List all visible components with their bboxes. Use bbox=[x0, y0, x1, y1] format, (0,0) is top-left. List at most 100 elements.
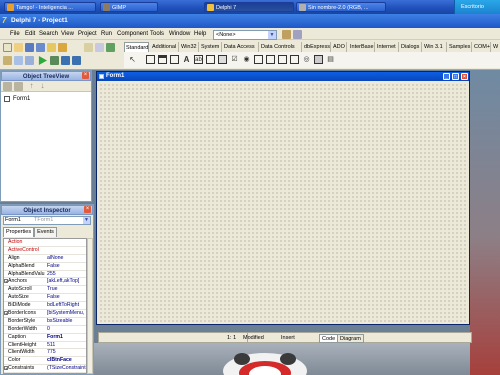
property-row[interactable]: BorderStyle bsSizeable bbox=[4, 318, 86, 326]
property-grid-scrollbar[interactable] bbox=[87, 238, 93, 374]
tab-data-controls[interactable]: Data Controls bbox=[260, 42, 302, 52]
property-row[interactable]: ClientWidth 775 bbox=[4, 349, 86, 358]
menu-edit[interactable]: Edit bbox=[25, 28, 35, 40]
menu-view[interactable]: View bbox=[61, 28, 74, 40]
property-value[interactable]: 255 bbox=[47, 271, 86, 278]
new-form-icon[interactable] bbox=[84, 43, 93, 52]
view-form-icon[interactable] bbox=[14, 56, 23, 65]
tab-com-plus[interactable]: COM+ bbox=[473, 42, 491, 52]
property-row[interactable]: + Anchors [akLeft,akTop] bbox=[4, 278, 86, 287]
panel-icon[interactable] bbox=[314, 55, 323, 64]
property-value[interactable]: (TSizeConstraint bbox=[47, 365, 86, 372]
property-row[interactable]: AlphaBlend False bbox=[4, 263, 86, 271]
tab-ado[interactable]: ADO bbox=[332, 42, 347, 52]
property-row[interactable]: BiDiMode bdLeftToRight bbox=[4, 302, 86, 311]
arrow-up-icon[interactable]: ↑ bbox=[27, 82, 36, 91]
save-icon[interactable] bbox=[25, 43, 34, 52]
taskbar-item-gimp-image[interactable]: Sin nombre-2.0 (RGB, ... bbox=[296, 2, 386, 12]
toggle-form-unit-icon[interactable] bbox=[25, 56, 34, 65]
open-icon[interactable] bbox=[14, 43, 23, 52]
property-value[interactable]: False bbox=[47, 294, 86, 301]
new-data-module-icon[interactable] bbox=[95, 43, 104, 52]
property-row[interactable]: ClientHeight 511 bbox=[4, 342, 86, 350]
form-design-surface[interactable] bbox=[99, 83, 467, 322]
arrow-down-icon[interactable]: ↓ bbox=[38, 82, 47, 91]
tab-web[interactable]: W bbox=[492, 42, 500, 52]
property-value[interactable]: bdLeftToRight bbox=[47, 302, 86, 309]
button-icon[interactable] bbox=[218, 55, 227, 64]
set-debug-desktop-icon[interactable] bbox=[293, 30, 302, 39]
property-value[interactable]: [akLeft,akTop] bbox=[47, 278, 86, 285]
property-value[interactable]: Form1 bbox=[47, 334, 86, 341]
menu-file[interactable]: File bbox=[10, 28, 20, 40]
property-row[interactable]: Action bbox=[4, 239, 86, 247]
menu-tools[interactable]: Tools bbox=[150, 28, 164, 40]
property-row[interactable]: Caption Form1 bbox=[4, 334, 86, 342]
tree-node-form1[interactable]: Form1 bbox=[4, 95, 30, 103]
tab-system[interactable]: System bbox=[200, 42, 222, 52]
desktop-config-combo[interactable]: <None> ▼ bbox=[213, 30, 277, 40]
tab-diagram[interactable]: Diagram bbox=[337, 334, 364, 343]
listbox-icon[interactable] bbox=[254, 55, 263, 64]
scrollbar-icon[interactable] bbox=[278, 55, 287, 64]
system-tray[interactable]: Escritorio bbox=[454, 0, 500, 14]
property-row[interactable]: + BorderIcons [biSystemMenu, bbox=[4, 310, 86, 318]
property-value[interactable]: 511 bbox=[47, 342, 86, 349]
close-icon[interactable]: × bbox=[84, 206, 91, 213]
tab-data-access[interactable]: Data Access bbox=[223, 42, 259, 52]
tab-properties[interactable]: Properties bbox=[3, 227, 35, 237]
menu-window[interactable]: Window bbox=[169, 28, 190, 40]
checkbox-icon[interactable]: ☑ bbox=[230, 55, 239, 64]
label-icon[interactable]: A bbox=[182, 55, 191, 64]
menu-component[interactable]: Component bbox=[117, 28, 148, 40]
property-row[interactable]: AutoSize False bbox=[4, 294, 86, 303]
tab-dbexpress[interactable]: dbExpress bbox=[303, 42, 331, 52]
chevron-down-icon[interactable]: ▼ bbox=[268, 31, 276, 39]
tab-internet[interactable]: Internet bbox=[376, 42, 399, 52]
object-selector[interactable]: Form1 TForm1 ▼ bbox=[3, 216, 91, 225]
menu-search[interactable]: Search bbox=[39, 28, 58, 40]
form-designer-window[interactable]: Form1 _ □ × bbox=[96, 71, 470, 325]
tab-events[interactable]: Events bbox=[34, 227, 57, 237]
edit-icon[interactable]: ab bbox=[194, 55, 203, 64]
tab-dialogs[interactable]: Dialogs bbox=[400, 42, 422, 52]
memo-icon[interactable] bbox=[206, 55, 215, 64]
pointer-icon[interactable]: ↖ bbox=[128, 55, 137, 64]
main-menu-icon[interactable] bbox=[158, 55, 167, 64]
menu-project[interactable]: Project bbox=[78, 28, 97, 40]
tab-standard[interactable]: Standard bbox=[124, 42, 149, 52]
tab-additional[interactable]: Additional bbox=[151, 42, 179, 52]
actionlist-icon[interactable]: ▤ bbox=[326, 55, 335, 64]
chevron-down-icon[interactable]: ▼ bbox=[83, 217, 90, 224]
minimize-icon[interactable]: _ bbox=[443, 73, 450, 80]
close-icon[interactable]: × bbox=[461, 73, 468, 80]
taskbar-item-gimp[interactable]: GIMP bbox=[100, 2, 158, 12]
property-value[interactable]: bsSizeable bbox=[47, 318, 86, 325]
open-project-icon[interactable] bbox=[47, 43, 56, 52]
trace-into-icon[interactable] bbox=[61, 56, 70, 65]
tab-code[interactable]: Code bbox=[319, 334, 339, 343]
property-value[interactable]: 0 bbox=[47, 326, 86, 333]
main-window-titlebar[interactable]: 7 Delphi 7 - Project1 bbox=[0, 14, 500, 28]
property-value[interactable]: 775 bbox=[47, 349, 86, 356]
tab-win31[interactable]: Win 3.1 bbox=[423, 42, 447, 52]
menu-run[interactable]: Run bbox=[101, 28, 112, 40]
property-row[interactable]: AlphaBlendValu 255 bbox=[4, 271, 86, 279]
frame-icon[interactable] bbox=[146, 55, 155, 64]
form-titlebar[interactable]: Form1 _ □ × bbox=[97, 72, 469, 81]
save-all-icon[interactable] bbox=[36, 43, 45, 52]
run-icon[interactable] bbox=[38, 56, 47, 65]
property-row[interactable]: ActiveControl bbox=[4, 247, 86, 255]
pause-icon[interactable] bbox=[50, 56, 59, 65]
radiogroup-icon[interactable]: ◎ bbox=[302, 55, 311, 64]
taskbar-item-delphi[interactable]: Delphi 7 bbox=[204, 2, 294, 12]
property-value[interactable]: True bbox=[47, 286, 86, 293]
close-icon[interactable]: × bbox=[82, 72, 89, 79]
property-row[interactable]: BorderWidth 0 bbox=[4, 326, 86, 334]
view-unit-icon[interactable] bbox=[3, 56, 12, 65]
property-value[interactable]: clBtnFace bbox=[47, 357, 86, 364]
property-value[interactable]: [biSystemMenu, bbox=[47, 310, 86, 317]
help-contents-icon[interactable] bbox=[106, 43, 115, 52]
new-item-icon[interactable] bbox=[3, 82, 12, 91]
taskbar-item-tamgo[interactable]: Tamgo! - Inteligencia ... bbox=[4, 2, 96, 12]
